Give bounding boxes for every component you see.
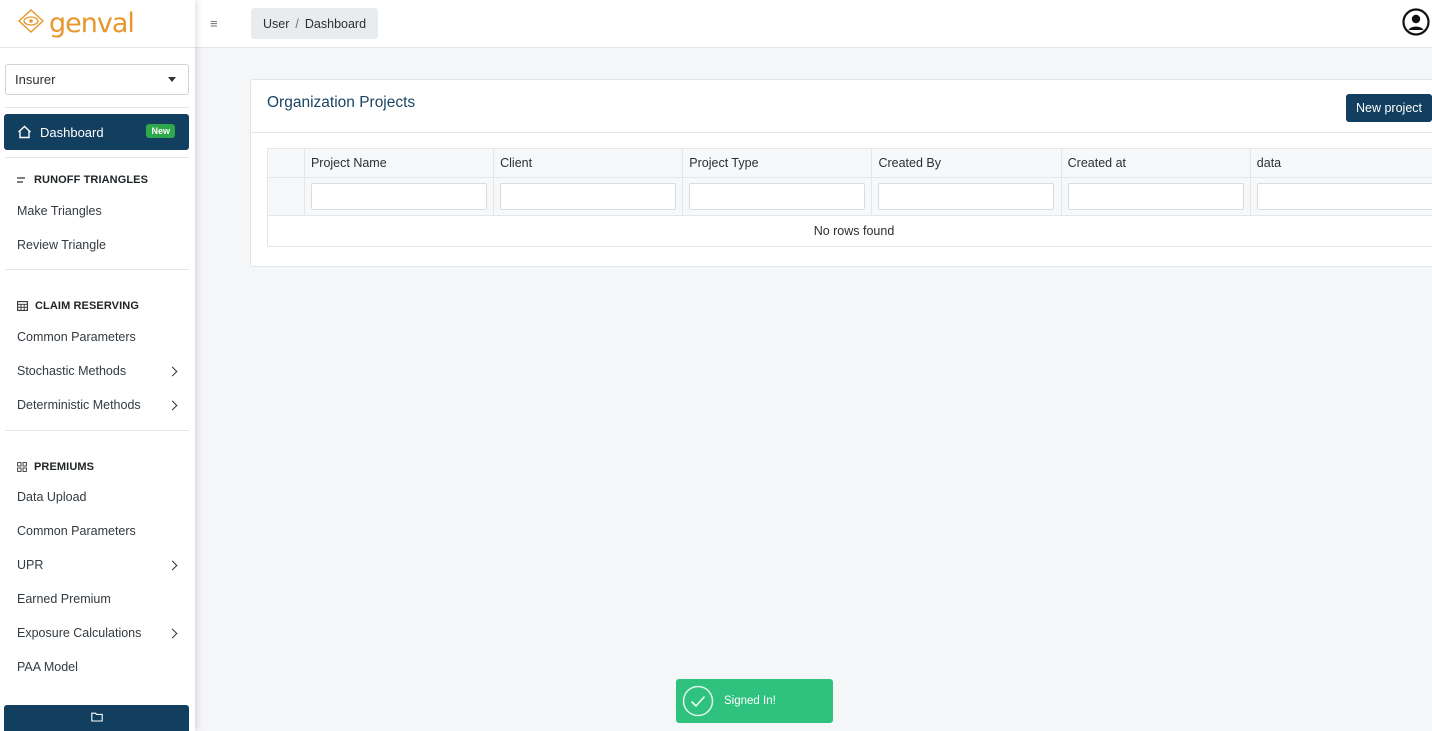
sidebar-item-label: Earned Premium (17, 592, 111, 606)
card-header: Organization Projects New project (251, 80, 1432, 133)
signed-in-toast[interactable]: Signed In! (676, 679, 833, 723)
sidebar-item-label: Dashboard (40, 124, 104, 140)
table-icon (17, 301, 28, 311)
user-avatar-icon[interactable] (1402, 8, 1430, 41)
filter-cell (872, 178, 1062, 215)
filter-cell (305, 178, 495, 215)
sidebar-item-review-triangle[interactable]: Review Triangle (17, 238, 179, 252)
filter-cell (1062, 178, 1251, 215)
section-runoff-triangles: RUNOFF TRIANGLES (17, 174, 148, 186)
column-header-created-at[interactable]: Created at (1062, 149, 1251, 177)
sidebar-item-label: PAA Model (17, 660, 78, 674)
logo[interactable]: genval (0, 0, 195, 48)
column-header-data[interactable]: data (1251, 149, 1432, 177)
new-badge: New (146, 124, 175, 138)
divider (5, 157, 189, 158)
grid-icon (17, 462, 27, 472)
sidebar-item-deterministic-methods[interactable]: Deterministic Methods (17, 398, 179, 412)
filter-input-created-at[interactable] (1067, 183, 1244, 210)
section-title: RUNOFF TRIANGLES (34, 174, 149, 186)
organization-select[interactable]: Insurer (5, 64, 189, 95)
filter-lines-icon (17, 176, 27, 184)
section-title: CLAIM RESERVING (35, 300, 139, 312)
column-header-client[interactable]: Client (494, 149, 684, 177)
filter-cell (1251, 178, 1432, 215)
organization-select-value: Insurer (15, 72, 56, 87)
sidebar-item-exposure-calculations[interactable]: Exposure Calculations (17, 626, 179, 640)
sidebar-item-label: Make Triangles (17, 204, 102, 218)
logo-mark-icon (16, 8, 46, 39)
chevron-right-icon (167, 628, 178, 638)
sidebar-item-label: Review Triangle (17, 238, 106, 252)
divider (5, 430, 189, 431)
filter-input-project-type[interactable] (689, 183, 866, 210)
sidebar-item-common-parameters[interactable]: Common Parameters (17, 330, 179, 344)
section-premiums: PREMIUMS (17, 461, 94, 473)
filter-input-data[interactable] (1256, 183, 1432, 210)
home-icon (17, 125, 32, 139)
filter-input-project-name[interactable] (310, 183, 487, 210)
sidebar-item-upr[interactable]: UPR (17, 558, 179, 572)
check-circle-icon (682, 685, 714, 717)
grid-filter-row (268, 178, 1432, 216)
sidebar-item-label: Stochastic Methods (17, 364, 127, 378)
column-header-created-by[interactable]: Created By (872, 149, 1062, 177)
sidebar-item-label: Data Upload (17, 490, 87, 504)
sidebar-item-label: Deterministic Methods (17, 398, 141, 412)
filter-input-created-by[interactable] (878, 183, 1055, 210)
section-title: PREMIUMS (34, 461, 95, 473)
sidebar-item-label: Common Parameters (17, 524, 136, 538)
sidebar-item-make-triangles[interactable]: Make Triangles (17, 204, 179, 218)
row-selector-header (268, 149, 305, 177)
sidebar: genval Insurer Dashboard New RUNOFF TRIA… (0, 0, 195, 731)
filter-cell (683, 178, 873, 215)
card-title: Organization Projects (267, 94, 416, 111)
chevron-right-icon (167, 560, 178, 570)
column-header-project-name[interactable]: Project Name (305, 149, 495, 177)
menu-toggle-icon[interactable]: ≡ (210, 16, 218, 31)
chevron-right-icon (167, 366, 178, 376)
section-claim-reserving: CLAIM RESERVING (17, 300, 139, 312)
column-header-project-type[interactable]: Project Type (683, 149, 873, 177)
chevron-right-icon (167, 400, 178, 410)
new-project-button[interactable]: New project (1346, 94, 1432, 122)
empty-state: No rows found (268, 216, 1432, 246)
divider (5, 107, 189, 108)
sidebar-item-dashboard[interactable]: Dashboard New (4, 114, 189, 150)
folder-icon (90, 709, 103, 727)
folder-button[interactable] (4, 705, 189, 731)
breadcrumb: User / Dashboard (251, 8, 379, 39)
topbar: ≡ User / Dashboard (195, 0, 1432, 48)
sidebar-item-premium-common-parameters[interactable]: Common Parameters (17, 524, 179, 538)
breadcrumb-item-dashboard: Dashboard (304, 16, 367, 31)
sidebar-item-label: UPR (17, 558, 44, 572)
sidebar-item-data-upload[interactable]: Data Upload (17, 490, 179, 504)
sidebar-item-stochastic-methods[interactable]: Stochastic Methods (17, 364, 179, 378)
logo-text: genval (49, 8, 135, 39)
sidebar-item-earned-premium[interactable]: Earned Premium (17, 592, 179, 606)
toast-message: Signed In! (724, 695, 776, 707)
organization-projects-card: Organization Projects New project Projec… (250, 79, 1432, 267)
caret-down-icon (168, 77, 176, 82)
filter-cell (494, 178, 684, 215)
breadcrumb-item-user[interactable]: User (263, 17, 289, 31)
row-selector-filter (268, 178, 305, 215)
sidebar-item-label: Exposure Calculations (17, 626, 142, 640)
divider (5, 269, 189, 270)
breadcrumb-separator: / (295, 16, 299, 31)
grid-header-row: Project Name Client Project Type Created… (268, 149, 1432, 178)
filter-input-client[interactable] (500, 183, 677, 210)
projects-grid: Project Name Client Project Type Created… (267, 148, 1432, 247)
sidebar-item-paa-model[interactable]: PAA Model (17, 660, 179, 674)
sidebar-item-label: Common Parameters (17, 330, 136, 344)
